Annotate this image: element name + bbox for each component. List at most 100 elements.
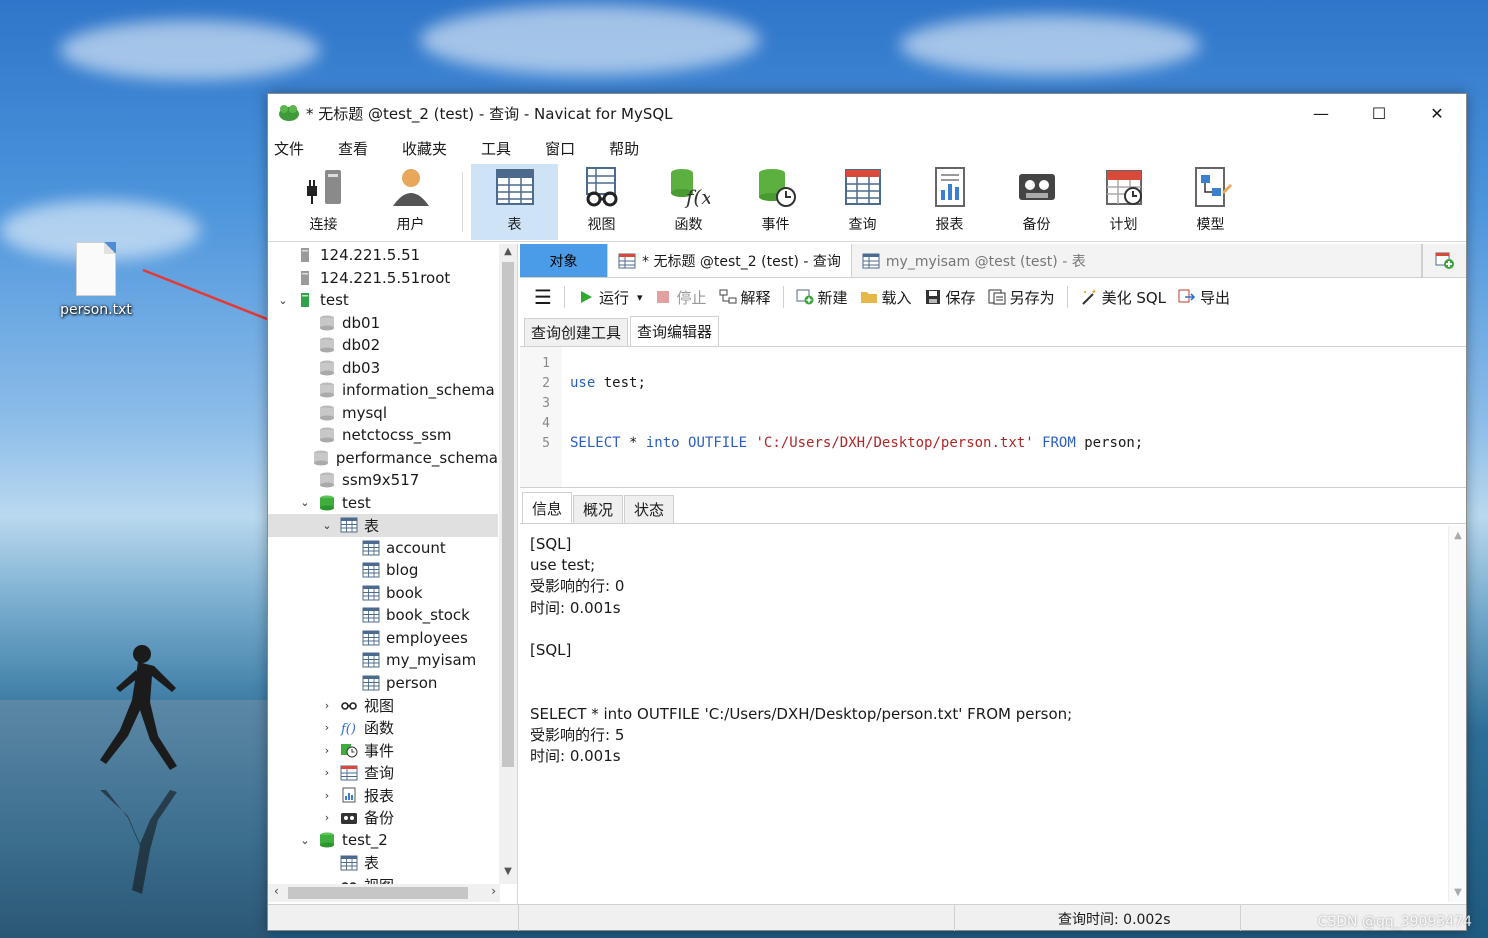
chevron-down-icon[interactable]: ⌄ <box>320 519 334 532</box>
tree-node[interactable]: account <box>268 537 498 560</box>
tab-my-myisam-table[interactable]: my_myisam @test (test) - 表 <box>852 244 1422 277</box>
sql-editor[interactable]: 1 2 use test; 3 4 5 SELECT * into OUTFILE 'C:/… <box>520 346 1466 488</box>
chevron-right-icon[interactable]: › <box>320 789 334 802</box>
tree-node[interactable]: blog <box>268 559 498 582</box>
tree-node[interactable]: 表 <box>268 852 498 875</box>
chevron-down-icon[interactable]: ⌄ <box>276 294 290 307</box>
new-button[interactable]: 新建 <box>796 287 848 308</box>
tree-node[interactable]: information_schema <box>268 379 498 402</box>
tree-node[interactable]: performance_schema <box>268 447 498 470</box>
svg-text:f(x): f(x) <box>684 185 710 208</box>
menu-favorites[interactable]: 收藏夹 <box>402 138 447 159</box>
tree-node[interactable]: › 查询 <box>268 762 498 785</box>
tree-node[interactable]: › 视图 <box>268 694 498 717</box>
menu-help[interactable]: 帮助 <box>609 138 639 159</box>
menu-window[interactable]: 窗口 <box>545 138 575 159</box>
tree-node[interactable]: 视图 <box>268 874 498 884</box>
tree-node[interactable]: ⌄ 表 <box>268 514 498 537</box>
run-dropdown-icon[interactable]: ▾ <box>637 291 643 304</box>
chevron-right-icon[interactable]: › <box>320 811 334 824</box>
toolbar-model-button[interactable]: 模型 <box>1167 164 1254 240</box>
toolbar-report-button[interactable]: 报表 <box>906 164 993 240</box>
tab-objects[interactable]: 对象 <box>520 244 608 277</box>
chevron-right-icon[interactable]: › <box>320 699 334 712</box>
tree-node[interactable]: › 事件 <box>268 739 498 762</box>
scroll-up-icon[interactable]: ▲ <box>499 246 517 262</box>
toolbar-schedule-button[interactable]: 计划 <box>1080 164 1167 240</box>
tree-vertical-scrollbar[interactable]: ▲ ▼ <box>499 244 517 884</box>
toolbar-event-button[interactable]: 事件 <box>732 164 819 240</box>
tree-node[interactable]: ⌄ test_2 <box>268 829 498 852</box>
load-button[interactable]: 载入 <box>860 287 912 308</box>
toolbar-function-button[interactable]: f(x) 函数 <box>645 164 732 240</box>
chevron-right-icon[interactable]: › <box>320 766 334 779</box>
tree-node[interactable]: › 报表 <box>268 784 498 807</box>
menu-view[interactable]: 查看 <box>338 138 368 159</box>
scroll-down-icon[interactable]: ▼ <box>499 866 517 882</box>
tab-query-editor[interactable]: 查询编辑器 <box>630 316 720 346</box>
run-button[interactable]: 运行 ▾ <box>577 287 643 308</box>
tree-node[interactable]: 124.221.5.51root <box>268 267 498 290</box>
tree-horizontal-scrollbar[interactable]: ‹ › <box>268 884 500 902</box>
tree-node[interactable]: person <box>268 672 498 695</box>
tree-node[interactable]: db02 <box>268 334 498 357</box>
tree-node[interactable]: › f() 函数 <box>268 717 498 740</box>
tree-node[interactable]: db03 <box>268 357 498 380</box>
toolbar-connect-button[interactable]: 连接 <box>280 164 367 240</box>
stop-button[interactable]: 停止 <box>654 287 707 308</box>
chevron-right-icon[interactable]: › <box>320 721 334 734</box>
result-scrollbar[interactable]: ▲ ▼ <box>1448 526 1466 902</box>
save-button[interactable]: 保存 <box>924 287 976 308</box>
toolbar-query-button[interactable]: 查询 <box>819 164 906 240</box>
title-bar[interactable]: * 无标题 @test_2 (test) - 查询 - Navicat for … <box>268 94 1466 132</box>
tab-query-builder[interactable]: 查询创建工具 <box>524 318 629 346</box>
save-as-icon <box>988 288 1006 306</box>
menu-file[interactable]: 文件 <box>274 138 304 159</box>
tree-node-label: 表 <box>364 854 380 873</box>
tree-node[interactable]: db01 <box>268 312 498 335</box>
tree-node[interactable]: ssm9x517 <box>268 469 498 492</box>
scroll-down-icon[interactable]: ▼ <box>1449 887 1467 898</box>
magic-wand-icon <box>1080 288 1098 306</box>
toolbar-backup-button[interactable]: 备份 <box>993 164 1080 240</box>
maximize-button[interactable]: ☐ <box>1350 94 1408 132</box>
desktop-file-person-txt[interactable]: person.txt <box>55 242 137 318</box>
tab-message[interactable]: 信息 <box>522 492 573 523</box>
explain-button[interactable]: 解释 <box>719 287 771 308</box>
scroll-up-icon[interactable]: ▲ <box>1449 530 1467 541</box>
tree-node[interactable]: employees <box>268 627 498 650</box>
new-tab-button[interactable] <box>1422 244 1466 277</box>
tab-profile[interactable]: 概况 <box>573 495 624 523</box>
save-as-button[interactable]: 另存为 <box>988 287 1055 308</box>
tree-node[interactable]: › 备份 <box>268 807 498 830</box>
result-lines: [SQL] use test; 受影响的行: 0 时间: 0.001s [SQL] SEL… <box>520 534 1466 767</box>
tree-node[interactable]: mysql <box>268 402 498 425</box>
tab-current-query[interactable]: * 无标题 @test_2 (test) - 查询 <box>608 244 852 277</box>
tree-node-label: information_schema <box>342 381 495 400</box>
close-button[interactable]: ✕ <box>1408 94 1466 132</box>
toolbar-view-button[interactable]: 视图 <box>558 164 645 240</box>
export-button[interactable]: 导出 <box>1178 287 1230 308</box>
minimize-button[interactable]: — <box>1292 94 1350 132</box>
scroll-left-icon[interactable]: ‹ <box>274 884 279 898</box>
hamburger-menu-button[interactable]: ☰ <box>534 285 552 309</box>
tree-node[interactable]: netctocss_ssm <box>268 424 498 447</box>
scroll-thumb[interactable] <box>288 887 468 899</box>
tree-node[interactable]: my_myisam <box>268 649 498 672</box>
tree-node[interactable]: book <box>268 582 498 605</box>
beautify-sql-button[interactable]: 美化 SQL <box>1080 287 1166 308</box>
scroll-thumb[interactable] <box>502 262 514 767</box>
tab-status[interactable]: 状态 <box>624 495 675 523</box>
menu-tools[interactable]: 工具 <box>481 138 511 159</box>
toolbar-user-button[interactable]: 用户 <box>367 164 454 240</box>
toolbar-table-button[interactable]: 表 <box>471 164 558 240</box>
tree-node[interactable]: ⌄ test <box>268 289 498 312</box>
tree-node[interactable]: ⌄ test <box>268 492 498 515</box>
chevron-down-icon[interactable]: ⌄ <box>298 834 312 847</box>
chevron-down-icon[interactable]: ⌄ <box>298 496 312 509</box>
tree-node[interactable]: book_stock <box>268 604 498 627</box>
tree-node[interactable]: 124.221.5.51 <box>268 244 498 267</box>
scroll-right-icon[interactable]: › <box>491 884 496 898</box>
chevron-right-icon[interactable]: › <box>320 744 334 757</box>
sql-string: 'C:/Users/DXH/Desktop/person.txt' <box>755 435 1034 451</box>
